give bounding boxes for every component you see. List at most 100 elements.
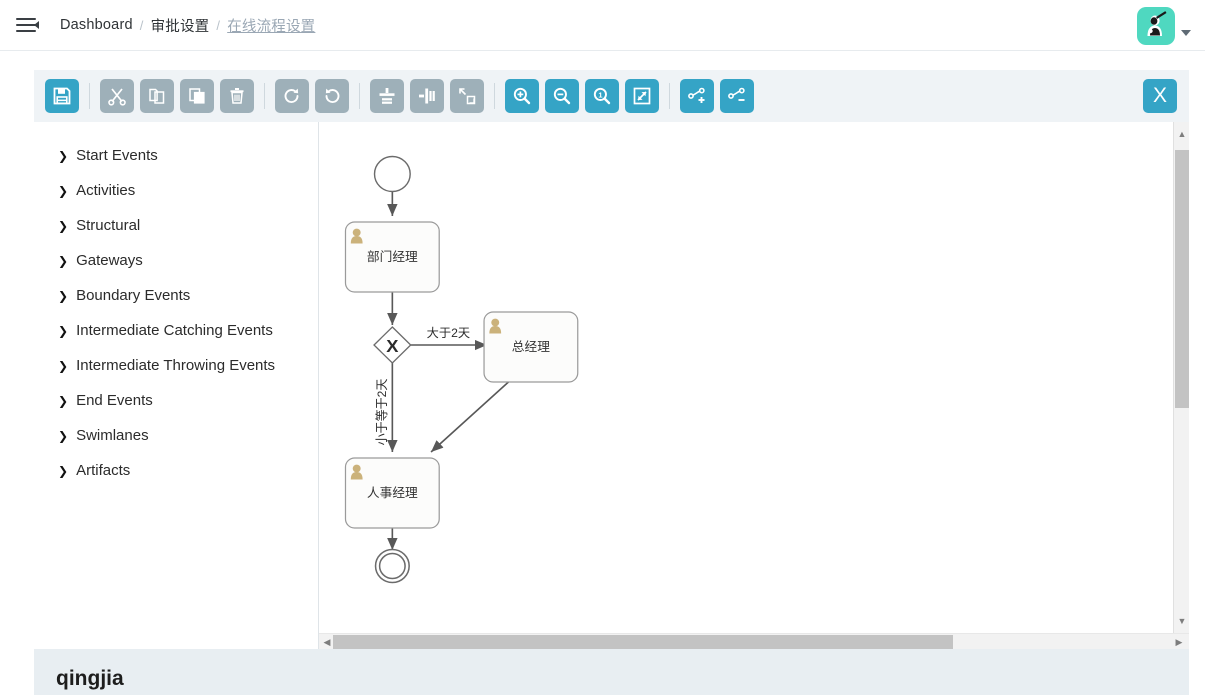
hamburger-bar: [16, 30, 36, 33]
zoom-in-button[interactable]: [505, 79, 539, 113]
chevron-right-icon: ❯: [58, 393, 69, 408]
edge-minus-icon: [728, 87, 745, 101]
start-event-node[interactable]: [373, 155, 411, 193]
copy-button[interactable]: [140, 79, 174, 113]
palette-group-end-events[interactable]: ❯ End Events: [34, 383, 318, 418]
palette-group-activities[interactable]: ❯ Activities: [34, 173, 318, 208]
scroll-down-glyph: ▼: [1177, 615, 1187, 626]
align-horizontal-button[interactable]: [410, 79, 444, 113]
hamburger-bar: [16, 17, 36, 20]
resize-diagonal-icon: [459, 88, 476, 105]
diagram-canvas-container[interactable]: 部门经理 X 大于2天 小于等于2天 总经理 人事经理 ▲ ▼ ◀ ▶: [319, 122, 1189, 649]
palette-group-label: Intermediate Throwing Events: [76, 357, 276, 374]
toolbar-divider: [669, 83, 670, 109]
palette-group-label: Gateways: [76, 252, 143, 269]
scroll-up-glyph: ▲: [1177, 128, 1187, 139]
scroll-right-glyph: ▶: [1175, 636, 1183, 647]
editor-body: ❯ Start Events ❯ Activities ❯ Structural…: [34, 122, 1189, 649]
canvas-horizontal-scrollbar[interactable]: ◀ ▶: [319, 633, 1189, 649]
avatar[interactable]: [1137, 7, 1175, 45]
toolbar-divider: [494, 83, 495, 109]
chevron-right-icon: ❯: [58, 218, 69, 233]
palette-group-label: Intermediate Catching Events: [76, 322, 273, 339]
copy-icon: [149, 88, 165, 104]
fit-to-screen-icon: [633, 87, 651, 105]
palette-group-gateways[interactable]: ❯ Gateways: [34, 243, 318, 278]
palette-group-intermediate-throwing-events[interactable]: ❯ Intermediate Throwing Events: [34, 348, 318, 383]
scroll-left-glyph: ◀: [323, 636, 331, 647]
user-menu: [1137, 7, 1191, 45]
chevron-down-icon[interactable]: [1181, 30, 1191, 36]
remove-edge-button[interactable]: [720, 79, 754, 113]
magnifier-minus-icon: [553, 87, 571, 105]
hamburger-bar: [16, 24, 36, 26]
scroll-down-arrow-icon[interactable]: ▼: [1174, 613, 1189, 629]
resize-button[interactable]: [450, 79, 484, 113]
delete-button[interactable]: [220, 79, 254, 113]
task-node-dept-manager[interactable]: 部门经理: [344, 221, 440, 293]
user-avatar-icon: [1147, 11, 1167, 36]
task-node-hr-manager[interactable]: 人事经理: [344, 457, 440, 529]
palette-group-label: Start Events: [76, 147, 158, 164]
gateway-node-exclusive[interactable]: X: [373, 326, 412, 364]
cut-button[interactable]: [100, 79, 134, 113]
chevron-right-icon: ❯: [58, 288, 69, 303]
hamburger-collapse-arrow: [34, 21, 39, 29]
scroll-up-arrow-icon[interactable]: ▲: [1174, 126, 1189, 142]
undo-button[interactable]: [315, 79, 349, 113]
palette-group-boundary-events[interactable]: ❯ Boundary Events: [34, 278, 318, 313]
toolbar-divider: [359, 83, 360, 109]
undo-arrow-icon: [325, 88, 340, 103]
edge-plus-icon: [688, 87, 705, 103]
palette-group-label: Swimlanes: [76, 427, 149, 444]
chevron-right-icon: ❯: [58, 323, 69, 338]
breadcrumb-item-dashboard[interactable]: Dashboard: [60, 17, 133, 33]
palette-group-label: Artifacts: [76, 462, 131, 479]
align-vertical-button[interactable]: [370, 79, 404, 113]
breadcrumb-separator: /: [216, 17, 221, 33]
palette-group-label: Activities: [76, 182, 136, 199]
palette-group-label: Boundary Events: [76, 287, 191, 304]
hamburger-menu-icon[interactable]: [16, 14, 39, 36]
flow-label-less-equal-2-days: 小于等于2天: [375, 379, 389, 446]
bpmn-diagram-canvas[interactable]: 部门经理 X 大于2天 小于等于2天 总经理 人事经理: [319, 122, 1189, 649]
toolbar-divider: [89, 83, 90, 109]
horizontal-scroll-thumb[interactable]: [333, 635, 953, 649]
top-navigation-bar: Dashboard / 审批设置 / 在线流程设置: [0, 0, 1205, 51]
paste-button[interactable]: [180, 79, 214, 113]
vertical-scroll-thumb[interactable]: [1175, 150, 1189, 408]
palette-group-swimlanes[interactable]: ❯ Swimlanes: [34, 418, 318, 453]
magnifier-plus-icon: [513, 87, 531, 105]
flow-gm-to-hr[interactable]: [430, 381, 510, 453]
end-event-inner-ring: [378, 552, 406, 580]
add-edge-button[interactable]: [680, 79, 714, 113]
end-event-node[interactable]: [374, 548, 410, 584]
chevron-right-icon: ❯: [58, 183, 69, 198]
scroll-left-arrow-icon[interactable]: ◀: [320, 634, 334, 649]
palette-group-intermediate-catching-events[interactable]: ❯ Intermediate Catching Events: [34, 313, 318, 348]
save-button[interactable]: [45, 79, 79, 113]
canvas-vertical-scrollbar[interactable]: ▲ ▼: [1173, 122, 1189, 633]
process-name-heading: qingjia: [56, 667, 124, 690]
svg-text:1: 1: [598, 91, 602, 100]
zoom-actual-button[interactable]: 1: [585, 79, 619, 113]
breadcrumb-separator: /: [139, 17, 144, 33]
zoom-fit-button[interactable]: [625, 79, 659, 113]
flow-label-greater-than-2-days: 大于2天: [427, 326, 470, 340]
chevron-right-icon: ❯: [58, 428, 69, 443]
close-editor-button[interactable]: X: [1143, 79, 1177, 113]
palette-group-artifacts[interactable]: ❯ Artifacts: [34, 453, 318, 488]
redo-arrow-icon: [284, 88, 299, 103]
palette-group-structural[interactable]: ❯ Structural: [34, 208, 318, 243]
scroll-right-arrow-icon[interactable]: ▶: [1172, 634, 1186, 649]
task-node-general-manager[interactable]: 总经理: [483, 311, 579, 383]
magnifier-one-icon: 1: [593, 87, 611, 105]
paste-icon: [189, 88, 205, 104]
breadcrumb-item-approval-settings[interactable]: 审批设置: [151, 15, 210, 36]
task-label: 总经理: [512, 340, 551, 354]
palette-group-start-events[interactable]: ❯ Start Events: [34, 138, 318, 173]
breadcrumb-item-online-process-settings[interactable]: 在线流程设置: [227, 15, 315, 36]
process-properties-panel: qingjia: [34, 649, 1189, 695]
zoom-out-button[interactable]: [545, 79, 579, 113]
redo-button[interactable]: [275, 79, 309, 113]
